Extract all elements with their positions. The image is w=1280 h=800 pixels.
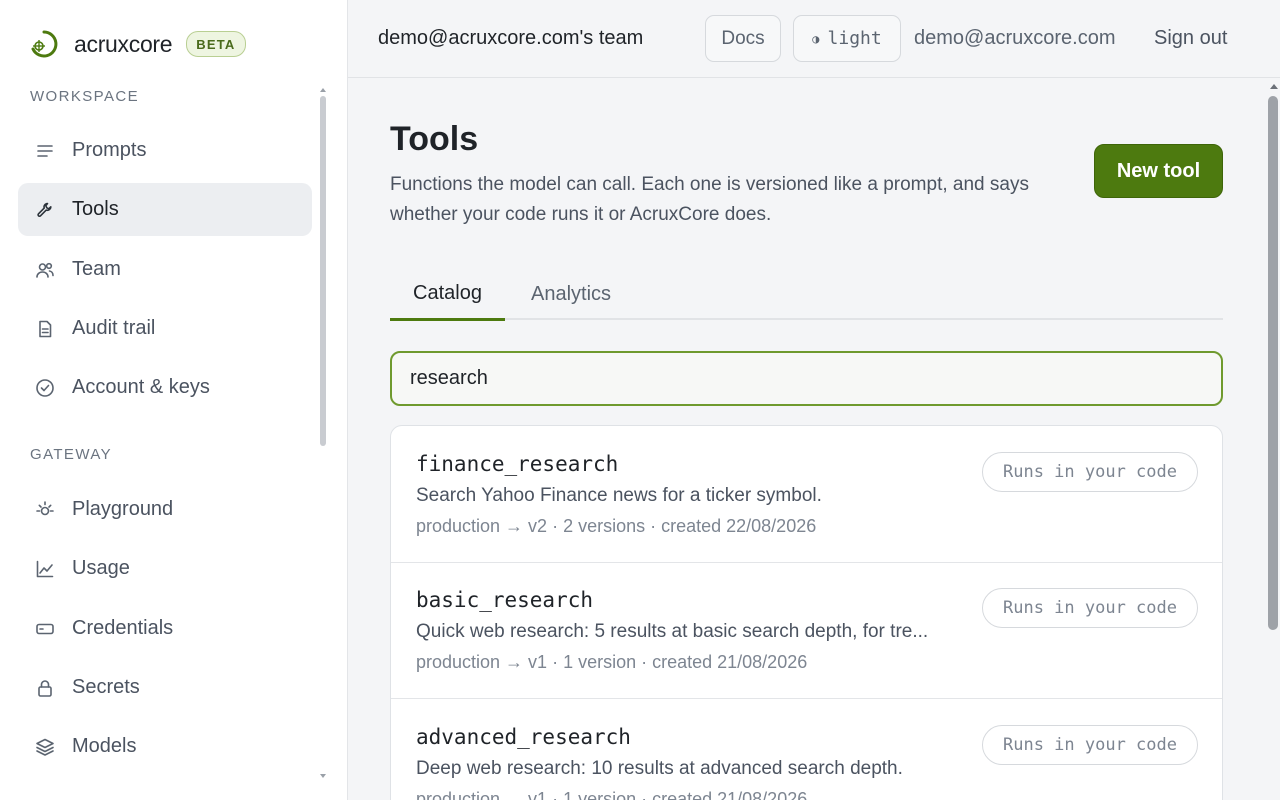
tool-name: finance_research (416, 452, 619, 476)
runtime-badge: Runs in your code (982, 452, 1198, 492)
tool-row[interactable]: finance_research Search Yahoo Finance ne… (391, 426, 1222, 563)
sidebar-item-label: Secrets (72, 676, 140, 698)
gateway-section-title: GATEWAY (30, 446, 113, 463)
tool-name: basic_research (416, 588, 594, 612)
tab-catalog[interactable]: Catalog (390, 268, 505, 321)
sidebar: acruxcore BETA WORKSPACE Prompts Tools T… (0, 0, 348, 800)
runtime-badge: Runs in your code (982, 725, 1198, 765)
sidebar-item-label: Credentials (72, 617, 174, 639)
theme-toggle-button[interactable]: ◑ light (793, 15, 901, 62)
sidebar-item-models[interactable]: Models (18, 720, 312, 773)
tab-analytics[interactable]: Analytics (531, 268, 611, 320)
user-email: demo@acruxcore.com (914, 27, 1116, 49)
sidebar-item-label: Tools (72, 198, 119, 220)
sidebar-item-audit-trail[interactable]: Audit trail (18, 302, 312, 355)
tools-list: finance_research Search Yahoo Finance ne… (390, 425, 1223, 800)
page-title: Tools (390, 120, 479, 158)
page-description: Functions the model can call. Each one i… (390, 174, 1029, 225)
check-circle-icon (34, 377, 56, 399)
wrench-icon (34, 199, 56, 221)
search-input[interactable] (390, 351, 1223, 406)
sidebar-item-team[interactable]: Team (18, 243, 312, 296)
layers-icon (34, 736, 56, 758)
sun-icon (34, 499, 56, 521)
chart-line-icon (34, 558, 56, 580)
card-icon (34, 618, 56, 640)
sign-out-link[interactable]: Sign out (1154, 27, 1227, 50)
sidebar-item-label: Playground (72, 498, 174, 520)
theme-label: light (827, 28, 882, 49)
tool-name: advanced_research (416, 725, 631, 749)
tool-row[interactable]: basic_research Quick web research: 5 res… (391, 562, 1222, 699)
sidebar-item-label: Audit trail (72, 317, 156, 339)
sidebar-scrollbar[interactable] (320, 96, 326, 446)
sidebar-scroll-down-arrow[interactable] (320, 774, 326, 778)
beta-badge: BETA (186, 31, 246, 57)
sidebar-item-label: Account & keys (72, 376, 210, 398)
tool-description: Search Yahoo Finance news for a ticker s… (416, 485, 822, 506)
sidebar-scroll-up-arrow[interactable] (320, 88, 326, 92)
main-scrollbar-thumb[interactable] (1268, 96, 1278, 630)
tool-meta: production → v1 · 1 version · created 21… (416, 789, 808, 800)
sidebar-item-prompts[interactable]: Prompts (18, 124, 312, 177)
half-circle-icon: ◑ (812, 31, 820, 46)
sidebar-item-tools[interactable]: Tools (18, 183, 312, 236)
docs-button[interactable]: Docs (705, 15, 781, 62)
new-tool-button[interactable]: New tool (1094, 144, 1223, 198)
document-icon (34, 318, 56, 340)
workspace-section-title: WORKSPACE (30, 88, 140, 105)
tools-page: Tools Functions the model can call. Each… (390, 78, 1224, 800)
lock-icon (34, 677, 56, 699)
tool-meta: production → v2 · 2 versions · created 2… (416, 516, 817, 536)
sidebar-item-account-keys[interactable]: Account & keys (18, 361, 312, 414)
sidebar-item-label: Models (72, 735, 137, 757)
tool-row[interactable]: advanced_research Deep web research: 10 … (391, 699, 1222, 800)
brand[interactable]: acruxcore BETA (30, 28, 246, 60)
sidebar-item-secrets[interactable]: Secrets (18, 661, 312, 714)
main-scroll-up-arrow[interactable] (1270, 84, 1278, 89)
tool-meta: production → v1 · 1 version · created 21… (416, 652, 808, 672)
users-icon (34, 259, 56, 281)
sidebar-item-usage[interactable]: Usage (18, 542, 312, 595)
sidebar-item-label: Prompts (72, 139, 147, 161)
main-area: demo@acruxcore.com's team Docs ◑ light d… (348, 0, 1280, 800)
topbar: demo@acruxcore.com's team Docs ◑ light d… (348, 0, 1280, 78)
tabs: Catalog Analytics (390, 268, 1223, 321)
sidebar-item-credentials[interactable]: Credentials (18, 602, 312, 655)
team-name[interactable]: demo@acruxcore.com's team (378, 27, 643, 50)
sidebar-item-label: Usage (72, 557, 130, 579)
brand-name: acruxcore (74, 30, 173, 57)
list-icon (34, 140, 56, 162)
runtime-badge: Runs in your code (982, 588, 1198, 628)
acruxcore-logo-icon (31, 30, 58, 58)
sidebar-item-playground[interactable]: Playground (18, 483, 312, 536)
sidebar-item-label: Team (72, 258, 121, 280)
tool-description: Quick web research: 5 results at basic s… (416, 621, 929, 642)
tool-description: Deep web research: 10 results at advance… (416, 758, 903, 779)
